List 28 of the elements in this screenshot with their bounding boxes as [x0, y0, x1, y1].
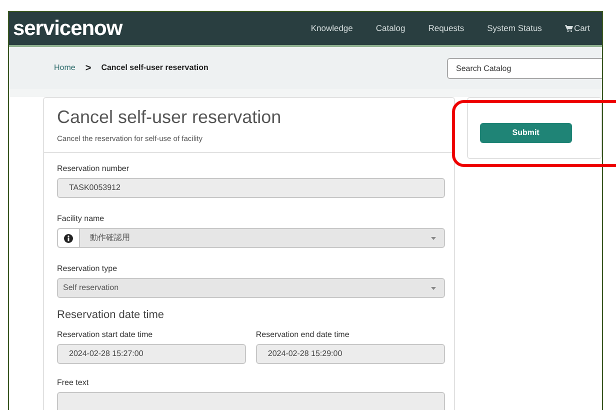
dropdown-caret-icon: [430, 286, 436, 290]
select-field[interactable]: Self reservation: [57, 278, 445, 298]
nav-link[interactable]: Knowledge: [310, 22, 353, 35]
input-field[interactable]: 2024-02-28 15:27:00: [57, 344, 246, 364]
submit-button[interactable]: Submit: [480, 123, 572, 143]
logo[interactable]: servicenow: [13, 12, 122, 44]
field-label: Reservation start date time: [57, 328, 154, 341]
dropdown-caret-icon: [430, 236, 436, 240]
input-field[interactable]: 2024-02-28 15:29:00: [256, 344, 445, 364]
field-label: Free text: [57, 376, 90, 389]
field-label: Reservation end date time: [256, 328, 350, 341]
breadcrumb-current: Cancel self-user reservation: [101, 62, 208, 74]
field-label: Reservation type: [57, 263, 118, 276]
search-field[interactable]: Search Catalog: [447, 58, 602, 78]
nav-link[interactable]: Catalog: [376, 22, 406, 35]
input-field[interactable]: TASK0053912: [57, 178, 445, 198]
select-field[interactable]: 動作確認用: [57, 228, 445, 248]
cart-link[interactable]: Cart: [564, 22, 590, 35]
section-heading: Reservation date time: [57, 308, 165, 324]
cart-icon: [564, 25, 573, 32]
form-title: Cancel self-user reservation: [57, 106, 282, 129]
nav-link[interactable]: System Status: [487, 22, 542, 35]
field-label: Reservation number: [57, 163, 130, 176]
field-label: Facility name: [57, 213, 106, 226]
breadcrumb-separator: >: [85, 62, 92, 76]
nav-link[interactable]: Requests: [428, 22, 464, 35]
info-icon[interactable]: [58, 229, 80, 248]
breadcrumb-home-link[interactable]: Home: [54, 62, 76, 74]
